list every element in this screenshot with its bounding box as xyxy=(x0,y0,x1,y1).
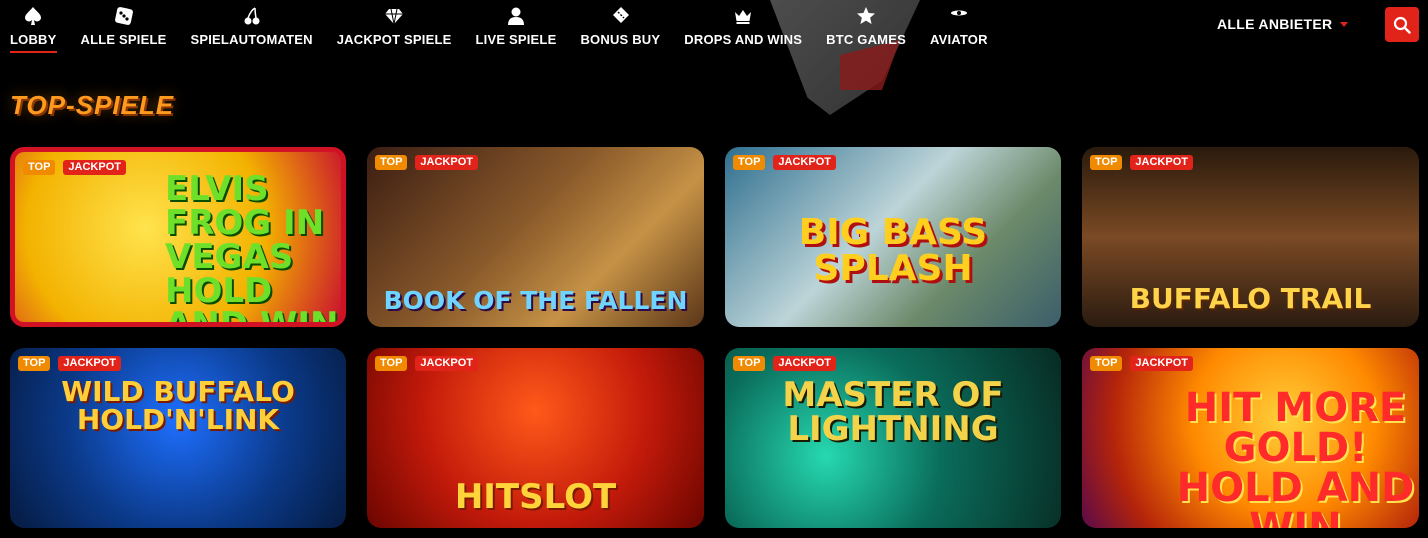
nav-item-lobby[interactable]: LOBBY xyxy=(10,0,57,53)
jackpot-badge: JACKPOT xyxy=(773,356,836,371)
jackpot-badge: JACKPOT xyxy=(63,160,126,175)
plane-icon xyxy=(949,4,969,28)
provider-dropdown[interactable]: ALLE ANBIETER xyxy=(1217,16,1349,32)
jackpot-badge: JACKPOT xyxy=(58,356,121,371)
nav-item-alle-spiele[interactable]: ALLE SPIELE xyxy=(81,0,167,47)
nav-label: BTC GAMES xyxy=(826,32,906,47)
top-badge: TOP xyxy=(18,356,51,371)
top-badge: TOP xyxy=(375,356,408,371)
game-title: ELVIS FROG IN VEGAS HOLD AND WIN xyxy=(165,169,339,327)
nav-item-bonus-buy[interactable]: BONUS BUY xyxy=(580,0,660,47)
game-title: MASTER OF LIGHTNING xyxy=(782,375,1004,449)
nav-label: ALLE SPIELE xyxy=(80,32,167,47)
badge-group: TOP JACKPOT xyxy=(733,155,836,170)
jackpot-badge: JACKPOT xyxy=(1130,155,1193,170)
star-icon xyxy=(856,4,876,28)
game-title: BIG BASS SPLASH xyxy=(798,212,988,289)
category-nav: LOBBY ALLE SPIELE SPIELAUTOMATEN JACKPOT… xyxy=(0,0,1012,56)
badge-group: TOP JACKPOT xyxy=(375,356,478,371)
game-title: HITSLOT xyxy=(454,477,617,517)
nav-label: AVIATOR xyxy=(929,32,988,47)
game-tile[interactable]: TOP JACKPOT BOOK OF THE FALLEN xyxy=(367,147,704,327)
nav-label: JACKPOT SPIELE xyxy=(336,32,452,47)
search-icon xyxy=(1393,16,1411,34)
crown-icon xyxy=(733,4,753,28)
jackpot-badge: JACKPOT xyxy=(1130,356,1193,371)
nav-label: LIVE SPIELE xyxy=(475,32,557,47)
provider-dropdown-label: ALLE ANBIETER xyxy=(1217,16,1333,32)
game-title: WILD BUFFALO HOLD'N'LINK xyxy=(61,375,295,436)
top-badge: TOP xyxy=(733,155,766,170)
jackpot-badge: JACKPOT xyxy=(415,155,478,170)
nav-item-spielautomaten[interactable]: SPIELAUTOMATEN xyxy=(191,0,313,47)
game-title: BOOK OF THE FALLEN xyxy=(383,286,688,315)
nav-label: SPIELAUTOMATEN xyxy=(190,32,313,47)
chevron-down-icon xyxy=(1340,21,1349,27)
badge-group: TOP JACKPOT xyxy=(1090,155,1193,170)
jackpot-badge: JACKPOT xyxy=(773,155,836,170)
game-grid: TOP JACKPOT ELVIS FROG IN VEGAS HOLD AND… xyxy=(10,147,1419,528)
search-button[interactable] xyxy=(1385,7,1419,42)
game-title: BUFFALO TRAIL xyxy=(1129,282,1372,315)
dice-icon xyxy=(114,4,134,28)
nav-item-jackpot-spiele[interactable]: JACKPOT SPIELE xyxy=(337,0,452,47)
badge-group: TOP JACKPOT xyxy=(23,160,126,175)
badge-group: TOP JACKPOT xyxy=(18,356,121,371)
nav-label: DROPS AND WINS xyxy=(684,32,803,47)
badge-group: TOP JACKPOT xyxy=(1090,356,1193,371)
game-tile[interactable]: TOP JACKPOT HIT MORE GOLD! HOLD AND WIN xyxy=(1082,348,1419,528)
game-tile[interactable]: TOP JACKPOT BUFFALO TRAIL xyxy=(1082,147,1419,327)
nav-item-btc-games[interactable]: BTC GAMES xyxy=(826,0,906,47)
nav-item-aviator[interactable]: AVIATOR xyxy=(930,0,988,47)
diamond-icon xyxy=(384,4,404,28)
nav-item-drops-and-wins[interactable]: DROPS AND WINS xyxy=(684,0,802,47)
top-badge: TOP xyxy=(1090,155,1123,170)
nav-item-live-spiele[interactable]: LIVE SPIELE xyxy=(476,0,557,47)
game-tile[interactable]: TOP JACKPOT WILD BUFFALO HOLD'N'LINK xyxy=(10,348,346,528)
top-badge: TOP xyxy=(733,356,766,371)
game-title: HIT MORE GOLD! HOLD AND WIN xyxy=(1176,385,1415,528)
top-badge: TOP xyxy=(23,160,56,175)
game-tile[interactable]: TOP JACKPOT HITSLOT xyxy=(367,348,704,528)
cherries-icon xyxy=(242,4,262,28)
badge-group: TOP JACKPOT xyxy=(733,356,836,371)
game-tile[interactable]: TOP JACKPOT ELVIS FROG IN VEGAS HOLD AND… xyxy=(10,147,346,327)
top-badge: TOP xyxy=(375,155,408,170)
spade-icon xyxy=(23,4,43,28)
top-badge: TOP xyxy=(1090,356,1123,371)
game-tile[interactable]: TOP JACKPOT MASTER OF LIGHTNING xyxy=(725,348,1061,528)
ticket-icon xyxy=(610,4,630,28)
nav-label: BONUS BUY xyxy=(580,32,661,47)
jackpot-badge: JACKPOT xyxy=(415,356,478,371)
nav-label: LOBBY xyxy=(10,32,57,53)
person-icon xyxy=(506,4,526,28)
game-tile[interactable]: TOP JACKPOT BIG BASS SPLASH xyxy=(725,147,1061,327)
badge-group: TOP JACKPOT xyxy=(375,155,478,170)
section-title: TOP-SPIELE xyxy=(10,90,175,120)
